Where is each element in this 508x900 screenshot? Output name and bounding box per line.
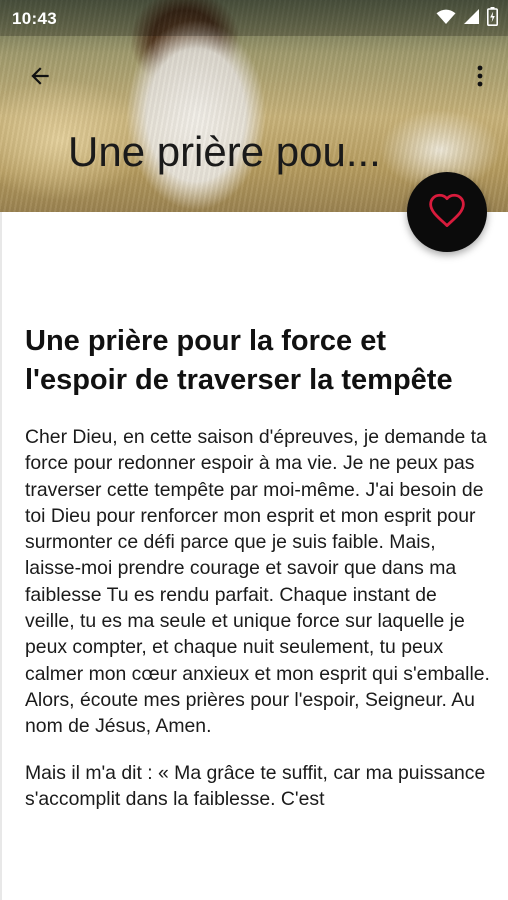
more-vertical-icon — [477, 65, 483, 92]
battery-icon — [487, 7, 498, 31]
scripture-paragraph: Mais il m'a dit : « Ma grâce te suffit, … — [25, 761, 486, 810]
collapsed-title: Une prière pou... — [68, 128, 381, 175]
heart-outline-icon — [427, 192, 467, 233]
status-time: 10:43 — [12, 9, 57, 28]
favorite-button[interactable] — [407, 172, 487, 252]
article-title: Une prière pour la force et l'espoir de … — [25, 325, 453, 396]
arrow-back-icon — [27, 63, 53, 94]
overflow-menu-button[interactable] — [468, 58, 492, 98]
status-bar: 10:43 — [0, 0, 508, 36]
back-button[interactable] — [20, 58, 60, 98]
article: Une prière pour la force et l'espoir de … — [25, 322, 490, 812]
toolbar — [0, 50, 508, 102]
prayer-paragraph: Cher Dieu, en cette saison d'épreuves, j… — [25, 426, 490, 738]
wifi-icon — [436, 9, 456, 30]
cellular-signal-icon — [463, 8, 480, 30]
